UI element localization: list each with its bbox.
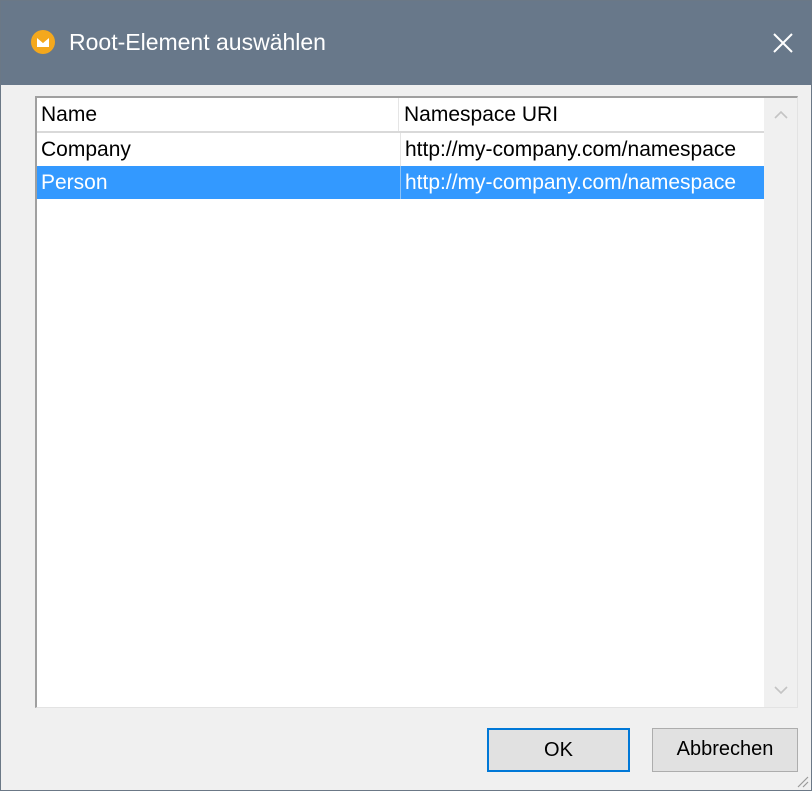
resize-grip-icon[interactable] [793, 772, 809, 788]
row-name-cell: Company [41, 138, 131, 161]
root-element-dialog: Root-Element auswählen Name Namespace UR… [0, 0, 812, 791]
table-row[interactable]: Company http://my-company.com/namespace [37, 133, 764, 166]
row-namespace-cell: http://my-company.com/namespace [400, 166, 764, 199]
table-row-selected[interactable]: Person http://my-company.com/namespace [37, 166, 764, 199]
scroll-down-button[interactable] [764, 673, 797, 707]
chevron-up-icon [774, 110, 788, 119]
title-bar[interactable]: Root-Element auswählen [1, 1, 811, 85]
row-name-cell: Person [41, 171, 108, 194]
row-namespace-cell: http://my-company.com/namespace [400, 133, 764, 166]
app-icon [31, 30, 55, 54]
root-element-list[interactable]: Name Namespace URI Company http://my-com… [35, 96, 798, 708]
column-header-namespace-uri[interactable]: Namespace URI [400, 98, 764, 131]
column-header-name[interactable]: Name [37, 98, 399, 131]
close-button[interactable] [755, 1, 811, 85]
list-header: Name Namespace URI [37, 98, 764, 133]
close-icon [773, 33, 793, 53]
ok-button[interactable]: OK [487, 728, 630, 772]
chevron-down-icon [774, 686, 788, 695]
cancel-button[interactable]: Abbrechen [652, 728, 798, 772]
scroll-up-button[interactable] [764, 98, 797, 132]
window-title: Root-Element auswählen [69, 29, 326, 55]
vertical-scrollbar[interactable] [764, 98, 797, 707]
